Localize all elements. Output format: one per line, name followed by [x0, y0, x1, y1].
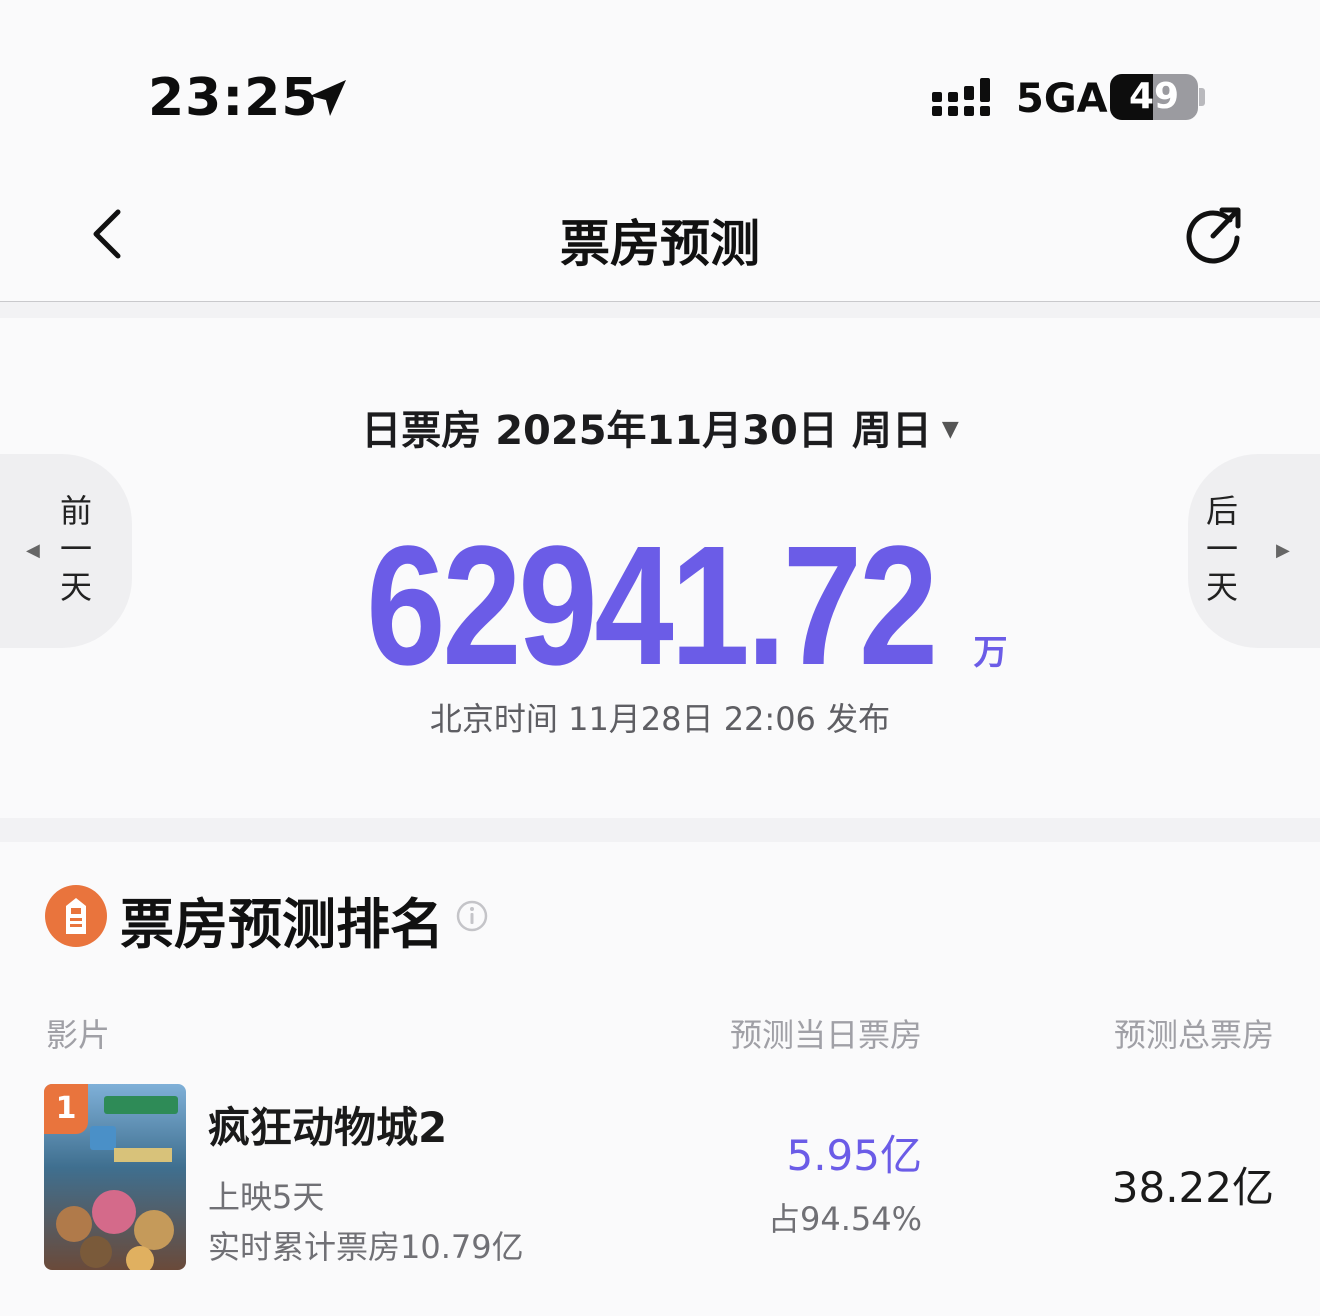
- film-title: 疯狂动物城2: [208, 1103, 448, 1152]
- page-title: 票房预测: [560, 215, 760, 273]
- total-forecast-value: 38.22亿: [1111, 1163, 1274, 1212]
- amount-unit: 万: [973, 633, 1008, 673]
- forecast-ranking: 票房预测排名 影片 预测当日票房 预测总票房 1 疯狂动物城2 上映5天 实时累…: [0, 842, 1320, 1316]
- caret-down-icon: ▼: [941, 417, 959, 442]
- network-type: 5GA: [1016, 76, 1108, 122]
- forecast-amount: 62941.72 万: [0, 508, 1320, 704]
- date-label: 日票房: [361, 408, 482, 454]
- date-value: 2025年11月30日: [495, 408, 838, 454]
- location-arrow-icon: [310, 80, 346, 116]
- battery-icon: 49: [1110, 74, 1198, 120]
- daily-forecast-share: 占94.54%: [767, 1200, 922, 1238]
- section-divider: [0, 818, 1320, 842]
- amount-value: 62941.72: [366, 511, 939, 701]
- info-icon[interactable]: [456, 900, 488, 932]
- date-selector[interactable]: 日票房 2025年11月30日 周日 ▼: [0, 398, 1320, 456]
- signal-icon: [932, 78, 990, 116]
- nav-bar: 票房预测: [0, 190, 1320, 302]
- film-days-released: 上映5天: [208, 1178, 325, 1216]
- column-header-film: 影片: [46, 1016, 111, 1054]
- status-time: 23:25: [148, 68, 319, 128]
- section-divider: [0, 302, 1320, 318]
- battery-level: 49: [1128, 76, 1180, 117]
- battery-tip: [1199, 88, 1205, 106]
- film-cumulative-box-office: 实时累计票房10.79亿: [208, 1228, 524, 1266]
- daily-forecast-value: 5.95亿: [786, 1131, 922, 1180]
- cinema-icon: [45, 885, 107, 947]
- daily-box-office-summary: 日票房 2025年11月30日 周日 ▼ ◀ 前 一 天 后 一 天 ▶ 62941.…: [0, 318, 1320, 818]
- share-icon[interactable]: [1180, 202, 1246, 268]
- weekday: 周日: [851, 408, 932, 454]
- status-bar: 23:25 5GA 49: [0, 0, 1320, 190]
- column-header-total[interactable]: 预测总票房: [1000, 1010, 1274, 1056]
- film-row[interactable]: 1 疯狂动物城2 上映5天 实时累计票房10.79亿 5.95亿 占94.54%…: [0, 1080, 1320, 1270]
- section-title: 票房预测排名: [120, 893, 444, 956]
- column-header-daily[interactable]: 预测当日票房: [640, 1010, 922, 1056]
- rank-badge: 1: [44, 1084, 88, 1134]
- published-time: 北京时间 11月28日 22:06 发布: [429, 700, 891, 738]
